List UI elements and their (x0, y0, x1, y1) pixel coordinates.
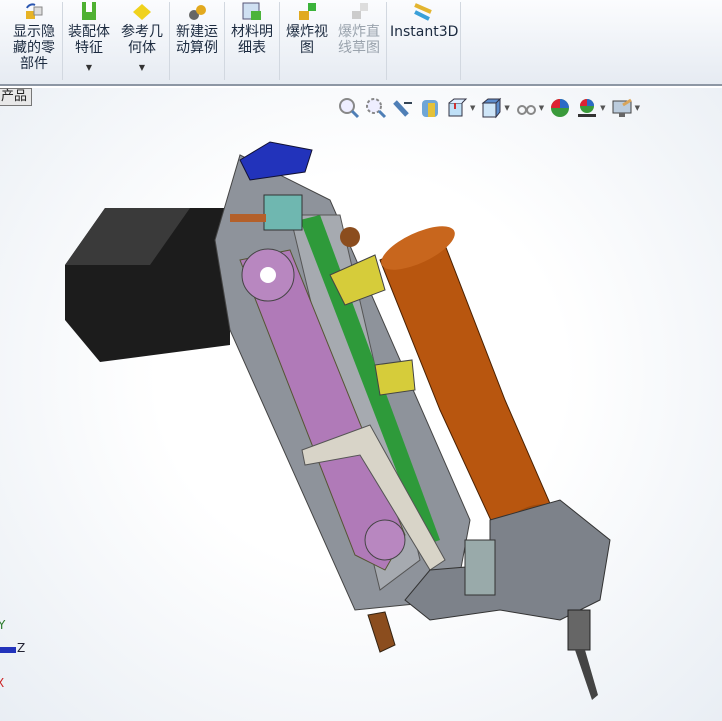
hide-show-items-icon[interactable] (515, 97, 537, 119)
view-settings-icon[interactable] (611, 97, 633, 119)
explode-line-sketch-label: 爆炸直 线草图 (338, 24, 380, 56)
exploded-view-label: 爆炸视 图 (286, 24, 328, 56)
dropdown-arrow-icon[interactable]: ▼ (117, 60, 167, 76)
bill-of-materials-icon (242, 2, 261, 20)
dropdown-arrow-icon[interactable]: ▼ (470, 104, 475, 112)
triad-x-label: X (0, 676, 5, 690)
section-view-icon[interactable] (419, 97, 441, 119)
triad-z-label: Z (17, 641, 26, 655)
apply-scene-icon[interactable] (576, 97, 598, 119)
triad-z-arrow (0, 647, 16, 653)
reference-geometry-icon (133, 4, 151, 20)
assembly-features-icon (82, 2, 96, 20)
exploded-view-icon (299, 3, 316, 20)
dropdown-arrow-icon[interactable]: ▼ (539, 104, 544, 112)
show-hidden-components-button[interactable]: 显示隐 藏的零 部件 (8, 0, 60, 84)
assembly-features-button[interactable]: 装配体 特征 ▼ (64, 0, 114, 84)
instant3d-button[interactable]: Instant3D (390, 0, 459, 84)
bill-of-materials-label: 材料明 细表 (231, 24, 273, 56)
dropdown-arrow-icon[interactable]: ▼ (64, 60, 114, 76)
previous-view-icon[interactable] (392, 97, 414, 119)
new-motion-study-button[interactable]: 新建运 动算例 (172, 0, 222, 84)
reference-geometry-button[interactable]: 参考几 何体 ▼ (117, 0, 167, 84)
dropdown-arrow-icon[interactable]: ▼ (504, 104, 509, 112)
explode-line-sketch-icon (352, 3, 368, 19)
bill-of-materials-button[interactable]: 材料明 细表 (227, 0, 277, 84)
view-orientation-icon[interactable] (446, 97, 468, 119)
stepper-motor (65, 208, 230, 362)
reference-geometry-label: 参考几 何体 (121, 24, 163, 56)
explode-line-sketch-button[interactable]: 爆炸直 线草图 (334, 0, 384, 84)
zoom-to-area-icon[interactable] (365, 97, 387, 119)
instant3d-icon (414, 3, 432, 21)
heads-up-view-toolbar: ▼ ▼ ▼ ▼ ▼ (338, 96, 640, 120)
show-hidden-components-label: 显示隐 藏的零 部件 (13, 24, 55, 72)
assembly-model[interactable] (0, 88, 722, 721)
command-manager-ribbon: 显示隐 藏的零 部件 装配体 特征 ▼ 参考几 何体 ▼ 新建运 动算例 材料明… (0, 0, 722, 86)
graphics-area[interactable]: 产品 Y Z X (0, 88, 722, 721)
new-motion-study-label: 新建运 动算例 (176, 24, 218, 56)
assembly-features-label: 装配体 特征 (68, 24, 110, 56)
edit-appearance-icon[interactable] (549, 97, 571, 119)
tab-product[interactable]: 产品 (0, 88, 32, 106)
dropdown-arrow-icon[interactable]: ▼ (635, 104, 640, 112)
display-style-icon[interactable] (480, 97, 502, 119)
show-hidden-components-icon (26, 3, 43, 19)
zoom-to-fit-icon[interactable] (338, 97, 360, 119)
exploded-view-button[interactable]: 爆炸视 图 (282, 0, 332, 84)
triad-y-label: Y (0, 618, 6, 632)
instant3d-label: Instant3D (390, 24, 459, 40)
new-motion-study-icon (189, 5, 206, 20)
dropdown-arrow-icon[interactable]: ▼ (600, 104, 605, 112)
